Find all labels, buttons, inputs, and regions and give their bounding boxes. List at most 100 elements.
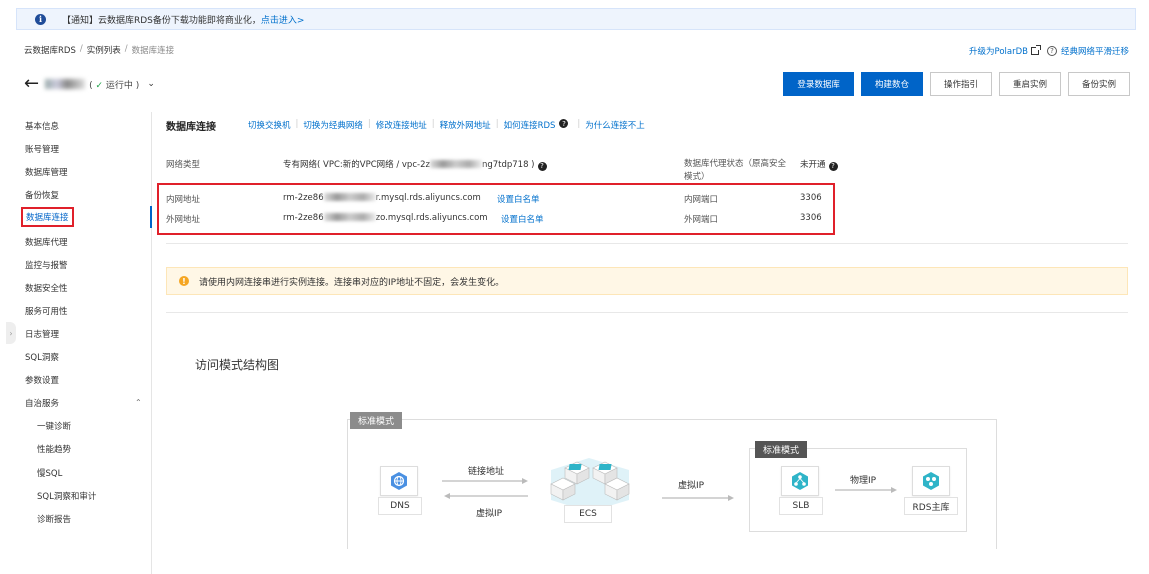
sidebar-item-db-connection[interactable]: 数据库连接 [21,207,74,227]
login-database-button[interactable]: 登录数据库 [783,72,854,96]
switch-vswitch-link[interactable]: 切换交换机 [248,119,291,131]
notice-text: 【通知】云数据库RDS备份下载功能即将商业化， [62,15,261,26]
info-icon: i [35,13,46,25]
sidebar-item-sql-insight[interactable]: SQL洞察 [25,351,59,363]
network-type-value: 专有网络( VPC:新的VPC网络 / vpc-2z ng7tdp718 )? [283,158,547,171]
dns-icon [380,466,418,496]
connection-actions: 切换交换机 | 切换为经典网络 | 修改连接地址 | 释放外网地址 | 如何连接RDS … [248,119,645,131]
sidebar-item-db-proxy[interactable]: 数据库代理 [25,236,68,248]
chevron-up-icon[interactable]: ⌃ [135,398,142,407]
breadcrumb-item-instances[interactable]: 实例列表 [87,44,121,56]
backup-button[interactable]: 备份实例 [1067,72,1130,96]
sidebar-subitem-perf[interactable]: 性能趋势 [37,443,71,455]
notice-link[interactable]: 点击进入> [261,13,305,26]
proxy-status-label: 数据库代理状态（原高安全模式） [684,159,787,182]
guide-button[interactable]: 操作指引 [929,72,992,96]
help-circle-icon: ? [1046,46,1057,56]
internal-address-value: rm-2ze86 r.mysql.rds.aliyuncs.com [283,193,481,203]
sidebar-subitem-slow-sql[interactable]: 慢SQL [37,467,62,479]
warning-icon: ! [179,276,189,286]
sidebar-subitem-audit[interactable]: SQL洞察和审计 [37,490,96,502]
dns-label-plate: DNS [378,497,422,515]
breadcrumb: 云数据库RDS / 实例列表 / 数据库连接 [24,44,175,56]
sidebar: 基本信息 账号管理 数据库管理 备份恢复 数据库连接 数据库代理 监控与报警 数… [0,112,152,574]
help-icon: ? [828,161,838,171]
chevron-down-icon[interactable]: ⌄ [147,79,155,89]
warning-text: 请使用内网连接串进行实例连接。连接串对应的IP地址不固定，会发生变化。 [199,277,505,288]
classic-migration-link[interactable]: 经典网络平滑迁移 [1061,45,1129,57]
instance-header: ← ( ✓ 运行中 ) ⌄ [24,75,155,93]
help-icon: ? [537,161,547,171]
how-to-connect-link[interactable]: 如何连接RDS [504,119,556,131]
outer-mode-tag: 标准模式 [350,412,403,429]
slb-label-plate: SLB [779,497,823,515]
sidebar-item-logs[interactable]: 日志管理 [25,328,59,340]
modify-address-link[interactable]: 修改连接地址 [376,119,427,131]
vip-label-1: 虚拟IP [476,509,503,519]
switch-classic-link[interactable]: 切换为经典网络 [303,119,363,131]
sidebar-item-params[interactable]: 参数设置 [25,374,59,386]
sidebar-item-databases[interactable]: 数据库管理 [25,166,68,178]
sidebar-item-accounts[interactable]: 账号管理 [25,143,59,155]
slb-rds-arrow [835,487,897,493]
ecs-label-plate: ECS [564,505,612,523]
network-type-label: 网络类型 [166,160,201,170]
breadcrumb-item-rds[interactable]: 云数据库RDS [24,44,76,56]
divider [166,312,1128,313]
physical-ip-label: 物理IP [850,476,877,486]
external-port-label: 外网端口 [684,215,719,225]
sidebar-item-monitoring[interactable]: 监控与报警 [25,259,68,271]
warning-bar: ! 请使用内网连接串进行实例连接。连接串对应的IP地址不固定，会发生变化。 [166,267,1128,295]
why-cannot-connect-link[interactable]: 为什么连接不上 [585,119,645,131]
instance-name-redacted [45,79,86,89]
internal-whitelist-link[interactable]: 设置白名单 [497,193,540,205]
rds-icon [912,466,950,496]
notice-bar: i 【通知】云数据库RDS备份下载功能即将商业化， 点击进入> [16,8,1136,30]
sidebar-item-backup[interactable]: 备份恢复 [25,189,59,201]
internal-port-label: 内网端口 [684,195,719,205]
inner-mode-tag: 标准模式 [755,441,808,458]
check-icon: ✓ [95,80,104,91]
upgrade-polardb-link[interactable]: 升级为PolarDB [969,45,1028,57]
instance-status: ( ✓ 运行中 ) [89,80,140,91]
sidebar-item-basic-info[interactable]: 基本信息 [25,120,59,132]
ecs-slb-arrow [662,495,734,501]
internal-port-value: 3306 [800,193,822,203]
section-title: 数据库连接 [166,122,216,133]
vip-label-2: 虚拟IP [678,481,705,491]
address-highlight-box [157,183,835,235]
slb-icon [781,466,819,496]
release-public-link[interactable]: 释放外网地址 [440,119,491,131]
sidebar-subitem-report[interactable]: 诊断报告 [37,513,71,525]
proxy-status-value: 未开通? [800,158,838,171]
sidebar-subitem-diagnose[interactable]: 一键诊断 [37,420,71,432]
internal-address-label: 内网地址 [166,195,201,205]
slb-label: SLB [792,501,810,511]
external-address-value: rm-2ze86 zo.mysql.rds.aliyuncs.com [283,213,488,223]
breadcrumb-item-current: 数据库连接 [131,46,175,56]
collapse-handle[interactable]: › [6,322,16,344]
sidebar-item-availability[interactable]: 服务可用性 [25,305,68,317]
help-icon: ? [559,119,569,128]
dns-label: DNS [390,501,410,511]
rds-master-label: RDS主库 [912,502,950,513]
sidebar-item-security[interactable]: 数据安全性 [25,282,68,294]
build-warehouse-button[interactable]: 构建数仓 [860,72,923,96]
redacted-mask [323,193,376,201]
external-port-value: 3306 [800,213,822,223]
external-address-label: 外网地址 [166,215,201,225]
back-arrow-icon[interactable]: ← [24,75,39,93]
dns-ecs-arrows [442,478,528,499]
sidebar-item-autonomy[interactable]: 自治服务 [25,397,59,409]
rds-label-plate: RDS主库 [904,497,958,515]
divider [166,243,1128,244]
top-right-links: 升级为PolarDB ? 经典网络平滑迁移 [969,45,1129,57]
restart-button[interactable]: 重启实例 [998,72,1061,96]
redacted-mask [429,160,482,168]
external-link-icon [1030,45,1041,55]
redacted-mask [323,213,376,221]
diagram-title: 访问模式结构图 [195,358,280,372]
external-whitelist-link[interactable]: 设置白名单 [501,213,544,225]
ecs-label: ECS [579,509,597,519]
toolbar: 登录数据库 构建数仓 操作指引 重启实例 备份实例 [783,72,1130,96]
